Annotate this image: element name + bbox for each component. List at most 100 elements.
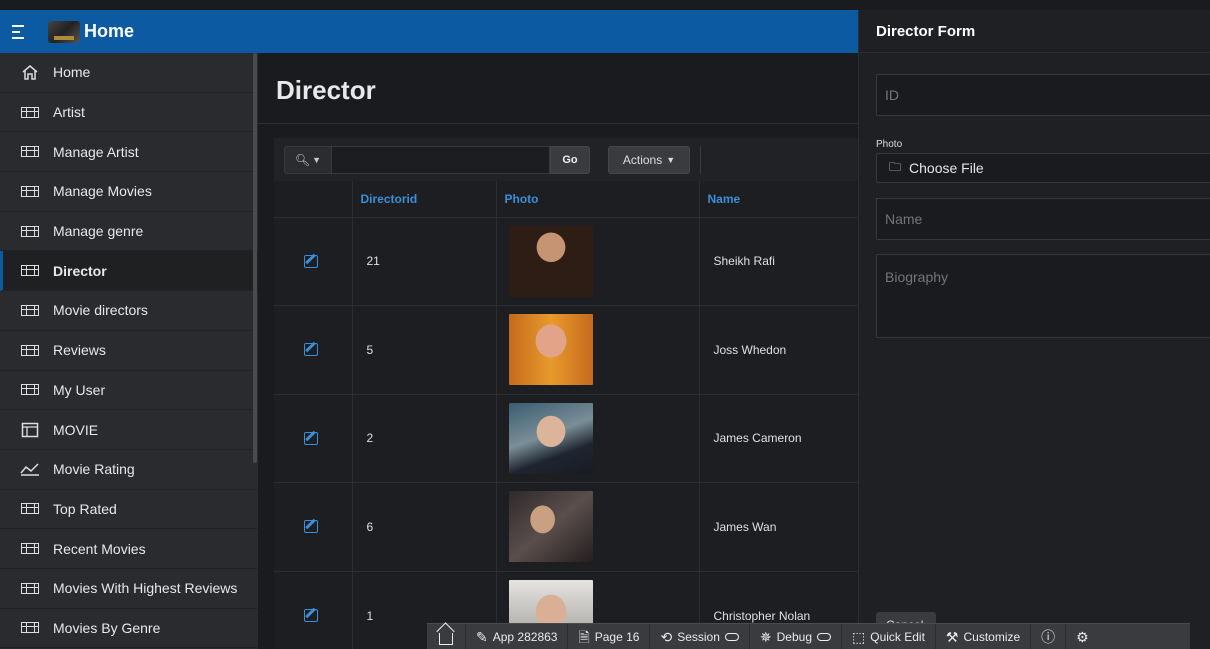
chevron-down-icon: ▼ <box>312 154 322 165</box>
sidebar-item-label: MOVIE <box>53 421 99 438</box>
edit-icon[interactable] <box>304 431 318 445</box>
bug-icon: ✵ <box>759 628 772 645</box>
sidebar-item-label: Movies By Genre <box>53 619 161 636</box>
window-icon <box>20 422 40 437</box>
report-toolbar: 🔍︎ ▼ Go Actions ▼ <box>274 138 858 181</box>
column-header-photo[interactable]: Photo <box>496 181 700 217</box>
edit-icon[interactable] <box>304 609 318 622</box>
dev-quick-edit-button[interactable]: ⬚ Quick Edit <box>842 623 936 649</box>
quick-edit-icon: ⬚ <box>852 628 866 645</box>
sidebar-item-director[interactable]: Director <box>0 251 258 292</box>
sidebar-item-movie-rating[interactable]: Movie Rating <box>0 450 258 490</box>
grid-icon <box>20 145 40 159</box>
drawer-title: Director Form <box>859 10 1210 53</box>
grid-icon <box>20 264 40 278</box>
dev-page-label: Page 16 <box>594 629 640 644</box>
edit-icon[interactable] <box>304 254 318 268</box>
dev-page-button[interactable]: 🗎︎ Page 16 <box>568 623 651 649</box>
toggle-icon <box>817 632 831 641</box>
director-form-drawer: Director Form Photo 🗀︎ Choose File Cance… <box>858 10 1210 649</box>
director-photo <box>508 314 593 386</box>
sidebar-item-recent-movies[interactable]: Recent Movies <box>0 529 258 569</box>
edit-icon: ✎ <box>476 628 488 645</box>
chevron-down-icon: ▼ <box>666 154 676 165</box>
column-header-directorid[interactable]: Directorid <box>352 181 497 217</box>
paint-roller-icon: ⚒ <box>945 628 959 645</box>
photo-cell <box>496 482 700 571</box>
history-icon: ⟲ <box>660 628 673 645</box>
dev-session-button[interactable]: ⟲ Session <box>650 623 750 649</box>
actions-menu-button[interactable]: Actions ▼ <box>608 145 690 174</box>
dev-app-button[interactable]: ✎ App 282863 <box>466 623 569 649</box>
sidebar-item-home[interactable]: Home <box>0 53 258 93</box>
sidebar-item-manage-genre[interactable]: Manage genre <box>0 212 258 252</box>
info-icon: ⓘ <box>1041 628 1056 645</box>
sidebar-item-label: Top Rated <box>53 500 117 517</box>
developer-toolbar: ✎ App 282863 🗎︎ Page 16 ⟲ Session ✵ Debu… <box>427 623 1190 649</box>
page-title: Director <box>276 75 376 105</box>
dev-home-button[interactable] <box>427 623 466 649</box>
dev-settings-button[interactable]: ⚙ <box>1066 624 1099 649</box>
sidebar-item-label: Recent Movies <box>53 540 146 557</box>
gear-icon: ⚙ <box>1076 628 1089 645</box>
sidebar-item-my-user[interactable]: My User <box>0 371 258 411</box>
sidebar-item-movie[interactable]: MOVIE <box>0 410 258 450</box>
edit-cell <box>274 216 353 306</box>
app-title[interactable]: Home <box>84 21 134 42</box>
toolbar-divider <box>700 145 701 174</box>
dev-quick-edit-label: Quick Edit <box>870 629 925 644</box>
sidebar-item-manage-artist[interactable]: Manage Artist <box>0 132 258 173</box>
sidebar-item-label: Artist <box>53 104 85 121</box>
dev-customize-button[interactable]: ⚒ Customize <box>936 623 1032 649</box>
edit-icon[interactable] <box>304 520 318 534</box>
app-logo[interactable] <box>48 20 80 43</box>
report-table: Directorid Photo Name 21 Sheikh Rafi 5 Joss… <box>274 181 859 649</box>
menu-toggle-icon[interactable] <box>12 18 40 46</box>
sidebar-item-top-rated[interactable]: Top Rated <box>0 490 258 530</box>
sidebar-item-reviews[interactable]: Reviews <box>0 331 258 371</box>
grid-icon <box>20 502 40 516</box>
sidebar-item-manage-movies[interactable]: Manage Movies <box>0 172 258 212</box>
sidebar-nav: Home Artist Manage Artist Manage Movies Mana… <box>0 53 258 649</box>
line-chart-icon <box>20 462 40 476</box>
sidebar-item-artist[interactable]: Artist <box>0 93 258 133</box>
sidebar-item-movies-with-highest-reviews[interactable]: Movies With Highest Reviews <box>0 569 258 609</box>
search-icon: 🔍︎ <box>294 152 311 167</box>
photo-cell <box>496 305 700 394</box>
grid-icon <box>20 105 40 119</box>
search-column-button[interactable]: 🔍︎ ▼ <box>284 145 332 174</box>
table-row: 2 James Cameron <box>274 393 859 483</box>
name-field[interactable] <box>876 198 1210 240</box>
choose-file-button[interactable]: 🗀︎ Choose File <box>876 153 1210 183</box>
sidebar-item-label: Movie directors <box>53 302 148 319</box>
directorid-cell: 2 <box>352 393 497 483</box>
sidebar-scrollbar[interactable] <box>253 53 257 463</box>
sidebar-item-movies-by-genre[interactable]: Movies By Genre <box>0 609 258 649</box>
dev-info-button[interactable]: ⓘ <box>1031 623 1067 649</box>
sidebar-item-label: Manage genre <box>53 223 144 240</box>
sidebar-item-label: Director <box>53 262 107 279</box>
director-photo <box>508 402 593 474</box>
biography-field[interactable] <box>876 254 1210 338</box>
go-button[interactable]: Go <box>550 145 590 174</box>
photo-label: Photo <box>876 139 903 150</box>
toggle-icon <box>724 632 739 641</box>
column-header-edit <box>274 181 353 217</box>
column-header-name[interactable]: Name <box>699 181 859 217</box>
director-photo <box>508 225 593 297</box>
grid-icon <box>20 343 40 357</box>
edit-icon[interactable] <box>304 343 318 357</box>
page-edit-icon: 🗎︎ <box>578 628 590 645</box>
sidebar-item-label: Movie Rating <box>53 461 135 478</box>
grid-icon <box>20 303 40 317</box>
sidebar-item-movie-directors[interactable]: Movie directors <box>0 291 258 331</box>
edit-cell <box>274 482 353 571</box>
search-input[interactable] <box>332 145 550 174</box>
table-row: 5 Joss Whedon <box>274 305 859 394</box>
home-icon <box>20 65 40 81</box>
dev-app-label: App 282863 <box>492 629 558 644</box>
dev-debug-button[interactable]: ✵ Debug <box>750 623 842 649</box>
dev-customize-label: Customize <box>963 629 1021 644</box>
id-field[interactable] <box>876 74 1210 116</box>
title-divider <box>258 123 858 124</box>
